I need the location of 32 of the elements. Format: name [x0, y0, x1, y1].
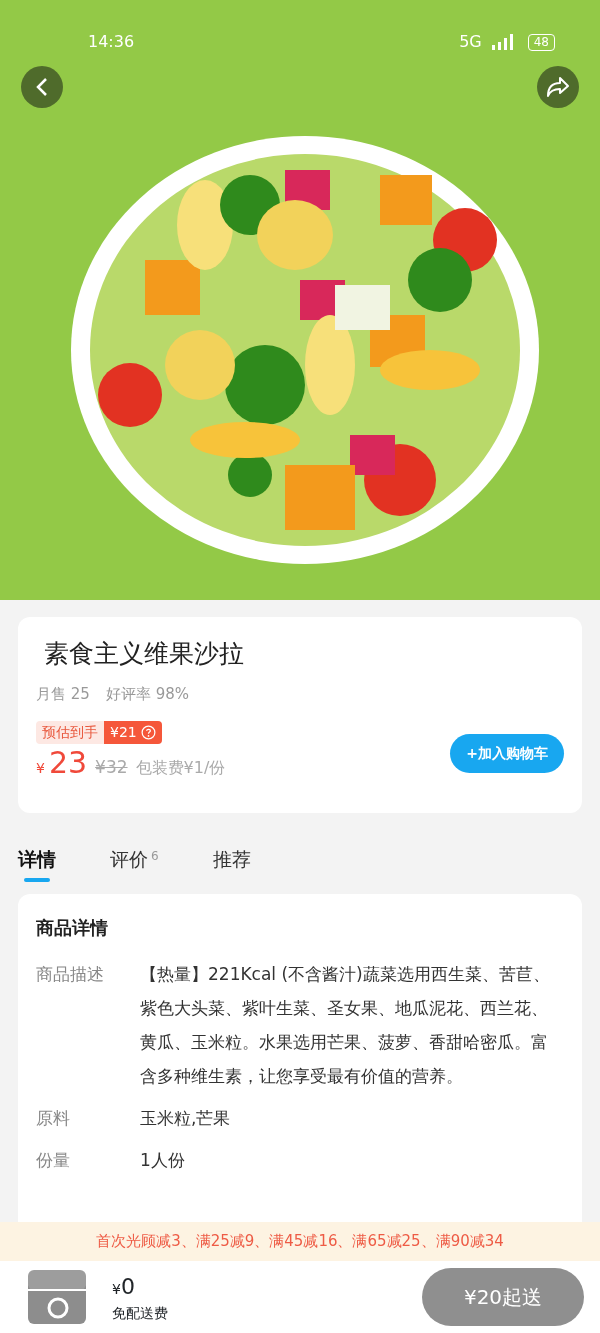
tab[interactable]: 详情: [18, 841, 56, 882]
field-label: 商品描述: [36, 962, 105, 986]
section-title: 商品详情: [36, 915, 109, 940]
tab[interactable]: 推荐: [212, 841, 251, 882]
field-value: 1人份: [140, 1148, 185, 1172]
currency-symbol: ¥: [112, 1280, 121, 1299]
packing-fee: 包装费¥1/份: [135, 757, 226, 779]
price: 23: [48, 748, 88, 778]
network-label: 5G: [459, 31, 482, 53]
field-label: 份量: [36, 1148, 71, 1172]
cart-total: 0: [120, 1273, 135, 1301]
promo-banner: 首次光顾减3、满25减9、满45减16、满65减25、满90减34: [0, 1222, 600, 1261]
back-icon: [35, 77, 49, 97]
estimate-price: ¥21: [110, 723, 137, 742]
battery-indicator: 48: [527, 33, 555, 51]
delivery-fee: 免配送费: [112, 1304, 168, 1323]
help-icon[interactable]: [140, 725, 156, 740]
field-value: 【热量】221Kcal (不含酱汁)蔬菜选用西生菜、苦苣、紫色大头菜、紫叶生菜、圣女果、地瓜泥花、西兰花、黄瓜、玉米粒。水果选用芒果、菠萝、香甜哈密瓜。富含多种维生素，让您享受最有价值的营养。: [140, 962, 551, 1088]
status-time: 14:36: [88, 31, 135, 53]
monthly-sales: 月售 25: [36, 683, 90, 705]
back-button[interactable]: [21, 66, 63, 108]
product-name: 素食主义维果沙拉: [43, 638, 245, 670]
original-price: ¥32: [95, 756, 128, 779]
currency-symbol: ¥: [36, 759, 45, 778]
share-icon: [546, 76, 570, 98]
field-value: 玉米粒,芒果: [140, 1106, 231, 1130]
estimate-label: 预估到手: [36, 721, 104, 744]
rating: 好评率 98%: [105, 683, 189, 705]
share-button[interactable]: [537, 66, 579, 108]
field-label: 原料: [36, 1106, 71, 1130]
cart-box-icon[interactable]: [26, 1268, 88, 1326]
tab[interactable]: 评价$^{6}$: [110, 841, 159, 882]
